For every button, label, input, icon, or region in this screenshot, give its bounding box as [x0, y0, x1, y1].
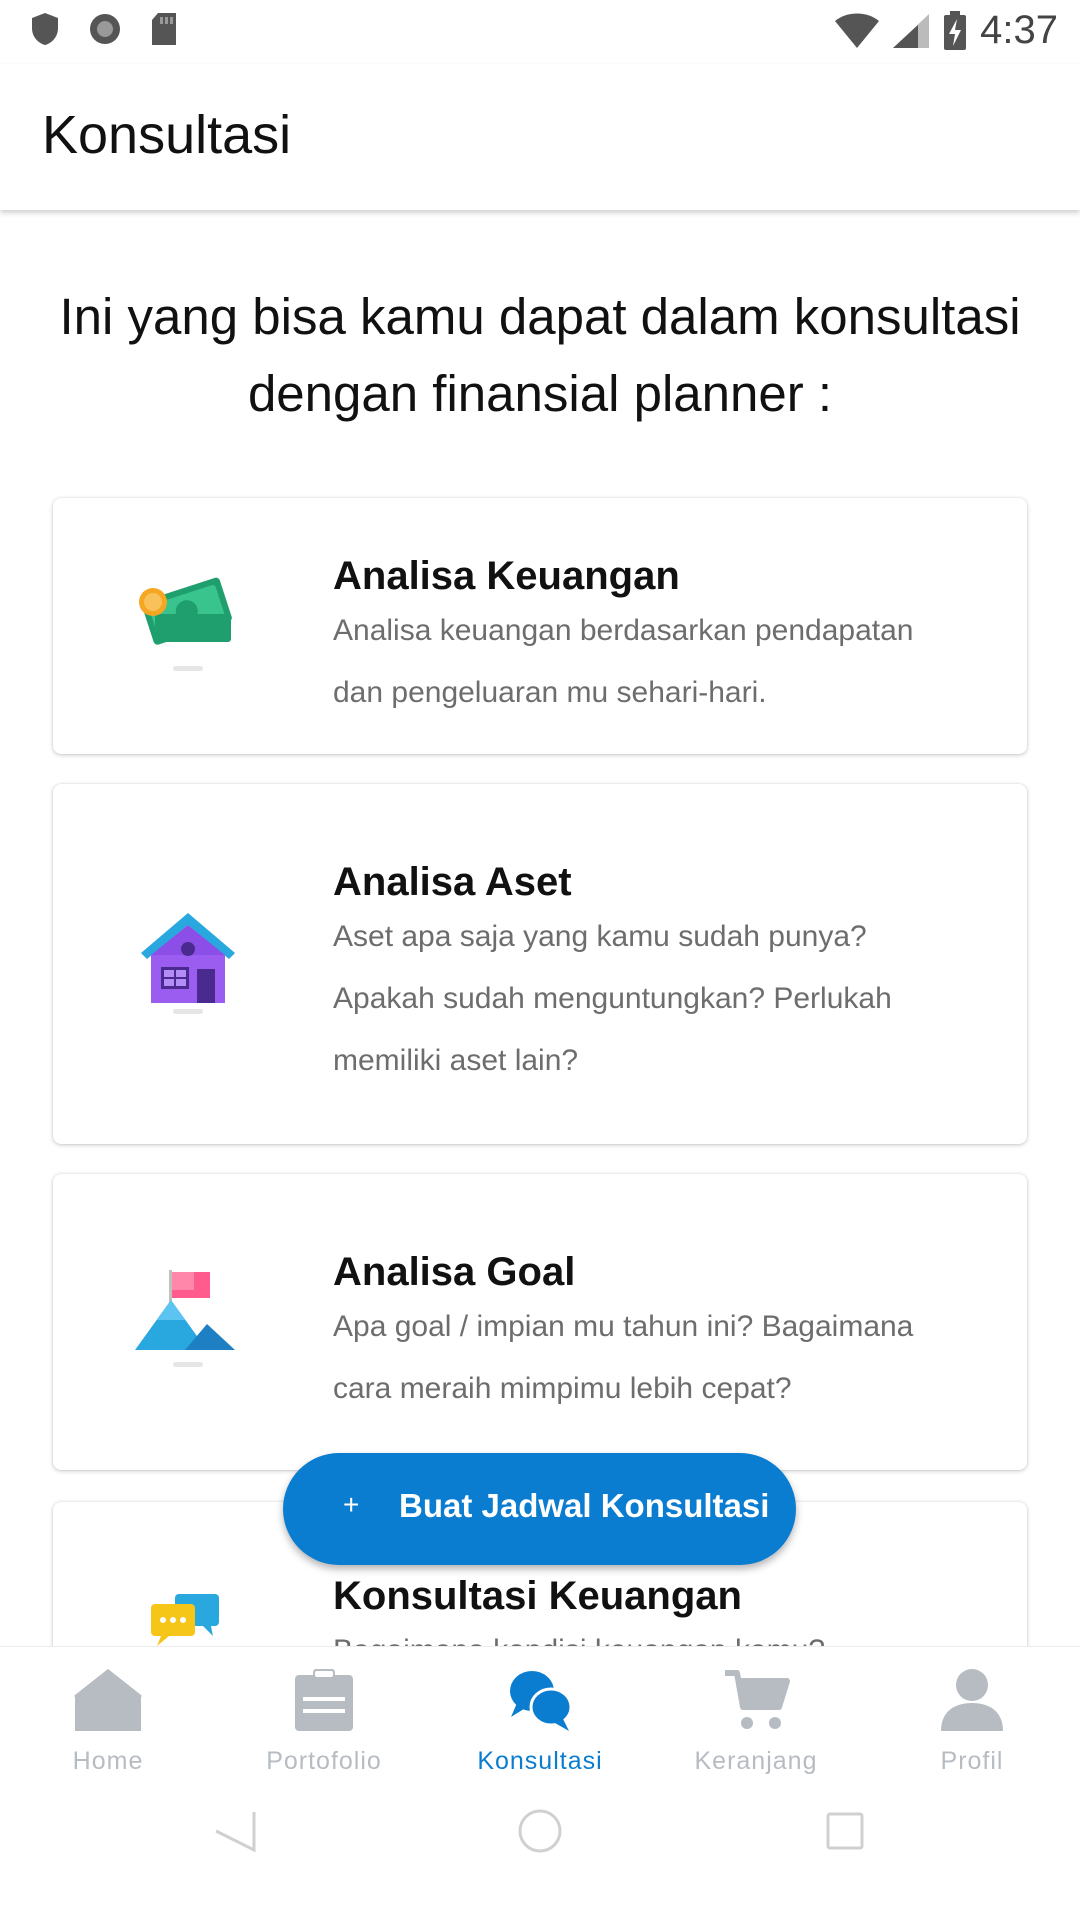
- system-navigation-bar: [0, 1786, 1080, 1920]
- card-description: Apa goal / impian mu tahun ini? Bagaiman…: [333, 1296, 973, 1420]
- nav-item-portofolio[interactable]: Portofolio: [216, 1647, 432, 1787]
- clipboard-icon: [295, 1669, 353, 1731]
- back-icon[interactable]: [210, 1806, 260, 1856]
- chat-bubbles-icon: [133, 1592, 243, 1646]
- card-description: Analisa keuangan berdasarkan pendapatan …: [333, 600, 973, 724]
- cart-icon: [725, 1670, 790, 1729]
- house-icon: [133, 909, 243, 1019]
- card-desc-line: memiliki aset lain?: [333, 1044, 579, 1077]
- nav-label: Keranjang: [694, 1747, 818, 1775]
- card-analisa-aset[interactable]: Analisa Aset Aset apa saja yang kamu sud…: [53, 784, 1027, 1144]
- card-title: Analisa Aset: [333, 860, 572, 904]
- content-scroll-area[interactable]: Ini yang bisa kamu dapat dalam konsultas…: [0, 210, 1080, 1646]
- wifi-icon: [835, 13, 880, 48]
- card-desc-line: cara meraih mimpimu lebih cepat?: [333, 1372, 792, 1405]
- card-desc-line: Aset apa saja yang kamu sudah punya?: [333, 920, 867, 953]
- card-desc-line: dan pengeluaran mu sehari-hari.: [333, 676, 767, 709]
- card-desc-line: Apakah sudah menguntungkan? Perlukah: [333, 982, 892, 1015]
- card-analisa-keuangan[interactable]: Analisa Keuangan Analisa keuangan berdas…: [53, 498, 1027, 754]
- home-icon: [74, 1669, 142, 1731]
- status-bar: 4:37: [0, 0, 1080, 64]
- nav-label: Konsultasi: [477, 1747, 603, 1775]
- card-desc-line: Apa goal / impian mu tahun ini? Bagaiman…: [333, 1310, 914, 1343]
- shield-icon: [32, 13, 58, 45]
- nav-label: Portofolio: [266, 1747, 382, 1775]
- status-time: 4:37: [980, 8, 1058, 52]
- intro-line-1: Ini yang bisa kamu dapat dalam konsultas…: [59, 288, 1021, 345]
- recents-icon[interactable]: [820, 1806, 870, 1856]
- bottom-navigation: Home Portofolio Konsultasi Keranjang Pro…: [0, 1646, 1080, 1786]
- page-title: Konsultasi: [42, 105, 292, 165]
- money-icon: [133, 570, 243, 680]
- card-title: Konsultasi Keuangan: [333, 1574, 742, 1618]
- card-title: Analisa Keuangan: [333, 554, 680, 598]
- nav-item-konsultasi[interactable]: Konsultasi: [432, 1647, 648, 1787]
- nav-label: Home: [72, 1747, 144, 1775]
- nav-label: Profil: [940, 1747, 1004, 1775]
- mountain-flag-icon: [133, 1266, 243, 1376]
- card-desc-line: Bagaimana kondisi keuangan kamu?: [333, 1620, 973, 1646]
- intro-text: Ini yang bisa kamu dapat dalam konsultas…: [20, 278, 1060, 432]
- app-bar: Konsultasi: [0, 64, 1080, 210]
- nav-item-profil[interactable]: Profil: [864, 1647, 1080, 1787]
- card-analisa-goal[interactable]: Analisa Goal Apa goal / impian mu tahun …: [53, 1174, 1027, 1470]
- chat-icon: [510, 1671, 573, 1731]
- intro-line-2: dengan finansial planner :: [247, 365, 833, 422]
- battery-charging-icon: [944, 10, 967, 50]
- signal-icon: [893, 13, 930, 48]
- card-description: Aset apa saja yang kamu sudah punya? Apa…: [333, 906, 973, 1092]
- plus-icon: +: [343, 1489, 360, 1520]
- card-desc-line: Analisa keuangan berdasarkan pendapatan: [333, 614, 914, 647]
- record-icon: [90, 14, 120, 44]
- nav-item-keranjang[interactable]: Keranjang: [648, 1647, 864, 1787]
- fab-label: Buat Jadwal Konsultasi: [399, 1487, 770, 1524]
- card-description: Bagaimana kondisi keuangan kamu?: [333, 1620, 973, 1646]
- schedule-consultation-button[interactable]: + Buat Jadwal Konsultasi: [283, 1453, 796, 1565]
- nav-item-home[interactable]: Home: [0, 1647, 216, 1787]
- home-button-icon[interactable]: [515, 1806, 565, 1856]
- card-title: Analisa Goal: [333, 1250, 576, 1294]
- person-icon: [941, 1669, 1003, 1731]
- sd-card-icon: [152, 13, 176, 45]
